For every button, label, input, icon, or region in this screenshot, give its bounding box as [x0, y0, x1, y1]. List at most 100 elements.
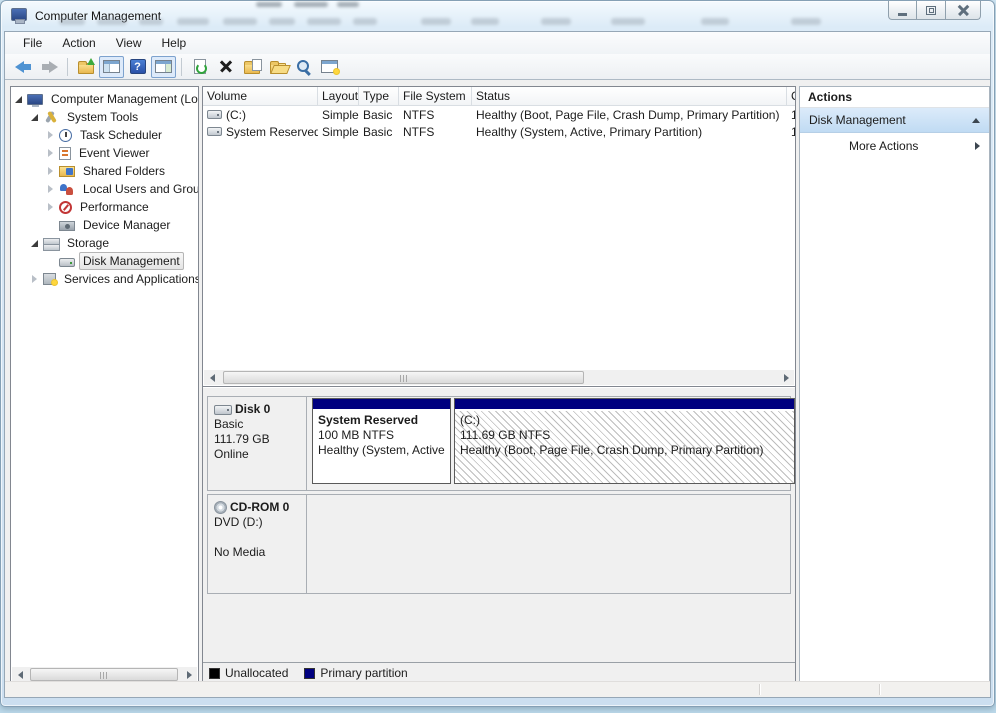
- expander-none: [46, 220, 57, 231]
- column-type[interactable]: Type: [359, 87, 399, 105]
- menu-action[interactable]: Action: [52, 33, 105, 53]
- scroll-left-button[interactable]: [12, 667, 28, 682]
- help-button[interactable]: [125, 56, 150, 78]
- console-options-icon: [321, 60, 338, 73]
- tree-item-performance[interactable]: Performance: [11, 198, 198, 216]
- disk-management-icon: [59, 258, 75, 267]
- scroll-right-icon: [784, 374, 789, 382]
- background-window-artifact: [353, 18, 377, 25]
- client-area: File Action View Help: [4, 31, 991, 698]
- show-action-pane-button[interactable]: [151, 56, 176, 78]
- volume-row-system-reserved[interactable]: System Reserved Simple Basic NTFS Health…: [203, 123, 795, 140]
- cdrom-header[interactable]: CD-ROM 0 DVD (D:) No Media: [208, 495, 307, 593]
- tree-item-services-applications[interactable]: Services and Applications: [11, 270, 198, 288]
- tree-item-label: Computer Management (Local: [47, 90, 199, 108]
- legend-unallocated: Unallocated: [209, 666, 288, 680]
- forward-button[interactable]: [37, 56, 62, 78]
- close-button[interactable]: [946, 1, 981, 20]
- magnifier-icon: [296, 59, 312, 74]
- background-window-artifact: [256, 2, 282, 7]
- menu-help[interactable]: Help: [152, 33, 197, 53]
- volume-file-system: NTFS: [399, 108, 472, 122]
- tree-item-disk-management[interactable]: Disk Management: [11, 252, 198, 270]
- expander-none: [46, 256, 57, 267]
- volume-capacity: 11: [787, 108, 795, 122]
- tree-item-event-viewer[interactable]: Event Viewer: [11, 144, 198, 162]
- tree-item-task-scheduler[interactable]: Task Scheduler: [11, 126, 198, 144]
- background-window-artifact: [177, 18, 209, 25]
- background-window-artifact: [701, 18, 729, 25]
- expander-icon[interactable]: [14, 94, 25, 105]
- column-status[interactable]: Status: [472, 87, 787, 105]
- help-icon: [130, 59, 146, 74]
- tree-item-local-users-groups[interactable]: Local Users and Groups: [11, 180, 198, 198]
- folder-up-icon: [78, 63, 94, 74]
- find-button[interactable]: [291, 56, 316, 78]
- menu-file[interactable]: File: [13, 33, 52, 53]
- column-capacity[interactable]: C: [787, 87, 795, 105]
- refresh-button[interactable]: [187, 56, 212, 78]
- background-window-artifact: [337, 2, 359, 7]
- tree-item-shared-folders[interactable]: Shared Folders: [11, 162, 198, 180]
- tree-item-computer-management[interactable]: Computer Management (Local: [11, 90, 198, 108]
- toolbar-separator: [181, 58, 182, 76]
- cdrom-type: DVD (D:): [214, 515, 300, 530]
- up-level-button[interactable]: [73, 56, 98, 78]
- open-button[interactable]: [265, 56, 290, 78]
- partition-status: Healthy (System, Active: [318, 443, 445, 458]
- background-window-artifact: [59, 18, 85, 25]
- show-console-tree-button[interactable]: [99, 56, 124, 78]
- titlebar[interactable]: Computer Management: [1, 1, 994, 31]
- tree-item-storage[interactable]: Storage: [11, 234, 198, 252]
- legend-label: Unallocated: [225, 666, 288, 680]
- scrollbar-thumb[interactable]: [223, 371, 584, 384]
- status-bar: [5, 681, 990, 697]
- expander-icon[interactable]: [30, 238, 41, 249]
- open-folder-icon: [270, 63, 286, 74]
- properties-button[interactable]: [239, 56, 264, 78]
- tree-item-device-manager[interactable]: Device Manager: [11, 216, 198, 234]
- volume-row-c[interactable]: (C:) Simple Basic NTFS Healthy (Boot, Pa…: [203, 106, 795, 123]
- disk0-name: Disk 0: [235, 402, 270, 417]
- delete-button[interactable]: [213, 56, 238, 78]
- expander-icon[interactable]: [46, 184, 57, 195]
- scroll-left-button[interactable]: [204, 370, 220, 385]
- background-window-artifact: [139, 18, 163, 25]
- delete-x-icon: [219, 60, 233, 74]
- expander-icon[interactable]: [46, 130, 57, 141]
- tree-item-system-tools[interactable]: System Tools: [11, 108, 198, 126]
- expander-icon[interactable]: [46, 166, 57, 177]
- collapse-chevron-up-icon[interactable]: [972, 118, 980, 123]
- scroll-right-button[interactable]: [778, 370, 794, 385]
- expander-icon[interactable]: [30, 112, 41, 123]
- volume-status: Healthy (Boot, Page File, Crash Dump, Pr…: [472, 108, 787, 122]
- scroll-right-button[interactable]: [181, 667, 197, 682]
- legend-primary-partition: Primary partition: [304, 666, 407, 680]
- minimize-button[interactable]: [888, 1, 917, 20]
- restore-icon: [926, 6, 936, 15]
- partition-c-selected[interactable]: (C:) 111.69 GB NTFS Healthy (Boot, Page …: [454, 398, 795, 484]
- tree-horizontal-scrollbar[interactable]: [12, 667, 197, 682]
- column-volume[interactable]: Volume: [203, 87, 318, 105]
- maximize-button[interactable]: [917, 1, 946, 20]
- column-file-system[interactable]: File System: [399, 87, 472, 105]
- partition-system-reserved[interactable]: System Reserved 100 MB NTFS Healthy (Sys…: [312, 398, 451, 484]
- actions-section-disk-management[interactable]: Disk Management: [800, 108, 989, 133]
- disk0-header[interactable]: Disk 0 Basic 111.79 GB Online: [208, 397, 307, 490]
- volume-name: System Reserved: [226, 125, 318, 139]
- tree-item-label: Task Scheduler: [76, 126, 166, 144]
- menu-view[interactable]: View: [106, 33, 152, 53]
- volume-list-horizontal-scrollbar[interactable]: [204, 370, 794, 385]
- expander-icon[interactable]: [30, 274, 41, 285]
- scrollbar-thumb[interactable]: [30, 668, 178, 681]
- console-options-button[interactable]: [317, 56, 342, 78]
- expander-icon[interactable]: [46, 148, 57, 159]
- back-button[interactable]: [11, 56, 36, 78]
- chevron-right-icon: [975, 142, 980, 150]
- partition-status: Healthy (Boot, Page File, Crash Dump, Pr…: [460, 443, 789, 458]
- expander-icon[interactable]: [46, 202, 57, 213]
- more-actions-item[interactable]: More Actions: [800, 133, 989, 158]
- volume-layout: Simple: [318, 125, 359, 139]
- column-layout[interactable]: Layout: [318, 87, 359, 105]
- disk-graphical-view: Disk 0 Basic 111.79 GB Online System Res…: [203, 388, 795, 683]
